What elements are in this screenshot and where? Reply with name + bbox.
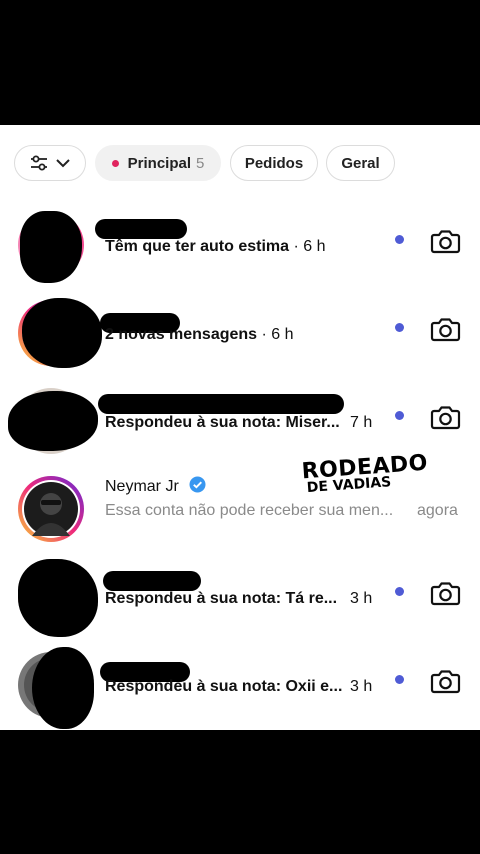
unread-dot [395, 323, 404, 332]
avatar[interactable] [18, 476, 84, 542]
thread-message: Essa conta não pode receber sua men... [105, 502, 394, 519]
inbox-panel: Principal 5 Pedidos Geral Têm que ter au… [0, 125, 480, 730]
redaction [20, 211, 82, 283]
redacted-name [95, 219, 187, 239]
redaction [32, 647, 94, 729]
thread-row[interactable]: Neymar Jr Essa conta não pode receber su… [0, 469, 480, 557]
tab-principal-label: Principal [127, 154, 191, 172]
thread-time: 3 h [350, 678, 373, 695]
thread-row[interactable]: 2 novas mensagens · 6 h [0, 293, 480, 381]
redaction [22, 298, 102, 368]
thread-row[interactable]: Respondeu à sua nota: Oxii e... 3 h [0, 645, 480, 730]
unread-dot [395, 587, 404, 596]
tab-pedidos[interactable]: Pedidos [230, 145, 318, 181]
thread-message: Têm que ter auto estima · 6 h [105, 238, 326, 255]
tab-pedidos-label: Pedidos [244, 154, 304, 172]
thread-message: Respondeu à sua nota: Tá re... [105, 590, 338, 607]
active-dot [111, 159, 119, 167]
camera-icon[interactable] [428, 664, 462, 698]
thread-time: agora [417, 502, 458, 519]
tab-principal-count: 5 [196, 154, 205, 172]
tab-principal[interactable]: Principal 5 [95, 145, 221, 181]
camera-icon[interactable] [428, 224, 462, 258]
filter-settings-button[interactable] [14, 145, 86, 181]
thread-time: 3 h [350, 590, 373, 607]
thread-message: Respondeu à sua nota: Oxii e... [105, 678, 343, 695]
camera-icon[interactable] [428, 312, 462, 346]
thread-time: 7 h [350, 414, 373, 431]
thread-message: Respondeu à sua nota: Miser... [105, 414, 340, 431]
avatar-photo [32, 493, 70, 536]
verified-badge-icon [189, 476, 206, 493]
redacted-name [98, 394, 344, 414]
unread-dot [395, 235, 404, 244]
camera-icon[interactable] [428, 400, 462, 434]
thread-name: Neymar Jr [105, 476, 206, 496]
redacted-name [103, 571, 201, 591]
thread-message: 2 novas mensagens · 6 h [105, 326, 294, 343]
camera-icon[interactable] [428, 576, 462, 610]
unread-dot [395, 411, 404, 420]
redaction [8, 391, 98, 451]
tab-geral[interactable]: Geral [326, 145, 395, 181]
unread-dot [395, 675, 404, 684]
thread-row[interactable]: Respondeu à sua nota: Tá re... 3 h [0, 557, 480, 645]
chevron-down-icon [56, 159, 70, 168]
tab-geral-label: Geral [341, 154, 380, 172]
redaction [18, 559, 98, 637]
sliders-icon [31, 155, 47, 171]
thread-row[interactable]: Têm que ter auto estima · 6 h [0, 205, 480, 293]
